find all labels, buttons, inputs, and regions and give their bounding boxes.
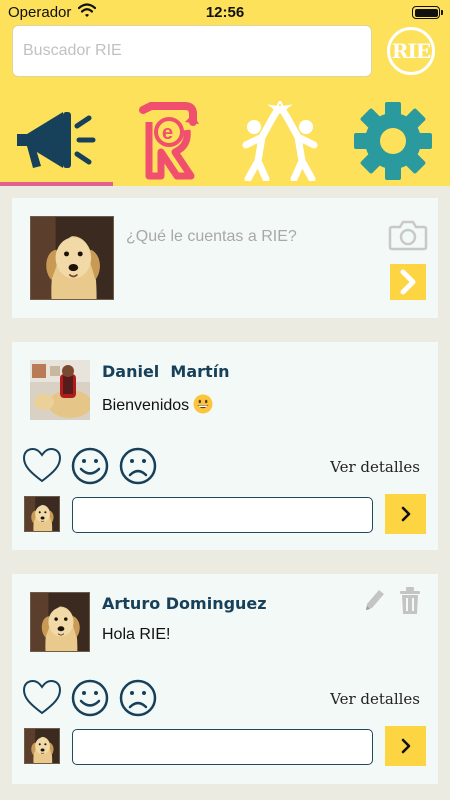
active-tab-indicator	[0, 182, 113, 186]
like-heart-icon[interactable]	[22, 446, 62, 486]
status-bar: Operador 12:56	[0, 0, 450, 24]
post-text-content: Bienvenidos	[102, 397, 190, 414]
camera-button[interactable]	[388, 218, 428, 252]
top-header: Operador 12:56 RIE e	[0, 0, 450, 186]
tab-announcements[interactable]	[0, 96, 112, 186]
smile-reaction-icon[interactable]	[70, 446, 110, 486]
user-avatar	[30, 216, 114, 300]
rie-logo-text: RIE	[391, 39, 431, 63]
post-card: Arturo Dominguez Hola RIE! Ver detalles	[12, 574, 438, 784]
commenter-avatar	[24, 496, 60, 532]
post-author-name[interactable]: Daniel Martín	[102, 362, 230, 381]
view-details-link[interactable]: Ver detalles	[330, 690, 420, 708]
like-heart-icon[interactable]	[22, 678, 62, 718]
grinning-face-icon	[193, 394, 213, 414]
chevron-right-icon	[401, 506, 410, 522]
comment-send-button[interactable]	[385, 726, 426, 766]
composer-input[interactable]: ¿Qué le cuentas a RIE?	[126, 228, 297, 246]
megaphone-icon	[17, 112, 96, 168]
trash-icon[interactable]	[398, 586, 422, 616]
publish-button[interactable]	[390, 264, 426, 300]
chevron-right-icon	[400, 269, 416, 295]
status-time: 12:56	[205, 4, 245, 21]
comment-input[interactable]	[72, 497, 373, 533]
sad-reaction-icon[interactable]	[118, 446, 158, 486]
svg-text:e: e	[162, 122, 173, 144]
high-five-icon	[242, 101, 318, 181]
search-input[interactable]	[12, 25, 372, 77]
rie-recycle-icon: e	[139, 102, 199, 180]
post-card: Daniel Martín Bienvenidos Ver detalles	[12, 342, 438, 550]
smile-reaction-icon[interactable]	[70, 678, 110, 718]
comment-send-button[interactable]	[385, 494, 426, 534]
chevron-right-icon	[401, 738, 410, 754]
commenter-avatar	[24, 728, 60, 764]
author-avatar	[30, 360, 90, 420]
composer-card: ¿Qué le cuentas a RIE?	[12, 198, 438, 318]
author-avatar	[30, 592, 90, 652]
battery-icon	[412, 6, 443, 19]
rie-logo-button[interactable]: RIE	[387, 27, 435, 75]
comment-input[interactable]	[72, 729, 373, 765]
post-author-name[interactable]: Arturo Dominguez	[102, 594, 267, 613]
gear-icon	[354, 102, 432, 180]
edit-pencil-icon[interactable]	[362, 586, 386, 614]
tab-settings[interactable]	[337, 96, 449, 186]
view-details-link[interactable]: Ver detalles	[330, 458, 420, 476]
tab-rie[interactable]: e	[112, 96, 224, 186]
tab-community[interactable]	[224, 96, 336, 186]
post-text: Hola RIE!	[102, 626, 171, 643]
camera-icon	[388, 220, 428, 251]
post-text: Bienvenidos	[102, 394, 213, 415]
sad-reaction-icon[interactable]	[118, 678, 158, 718]
